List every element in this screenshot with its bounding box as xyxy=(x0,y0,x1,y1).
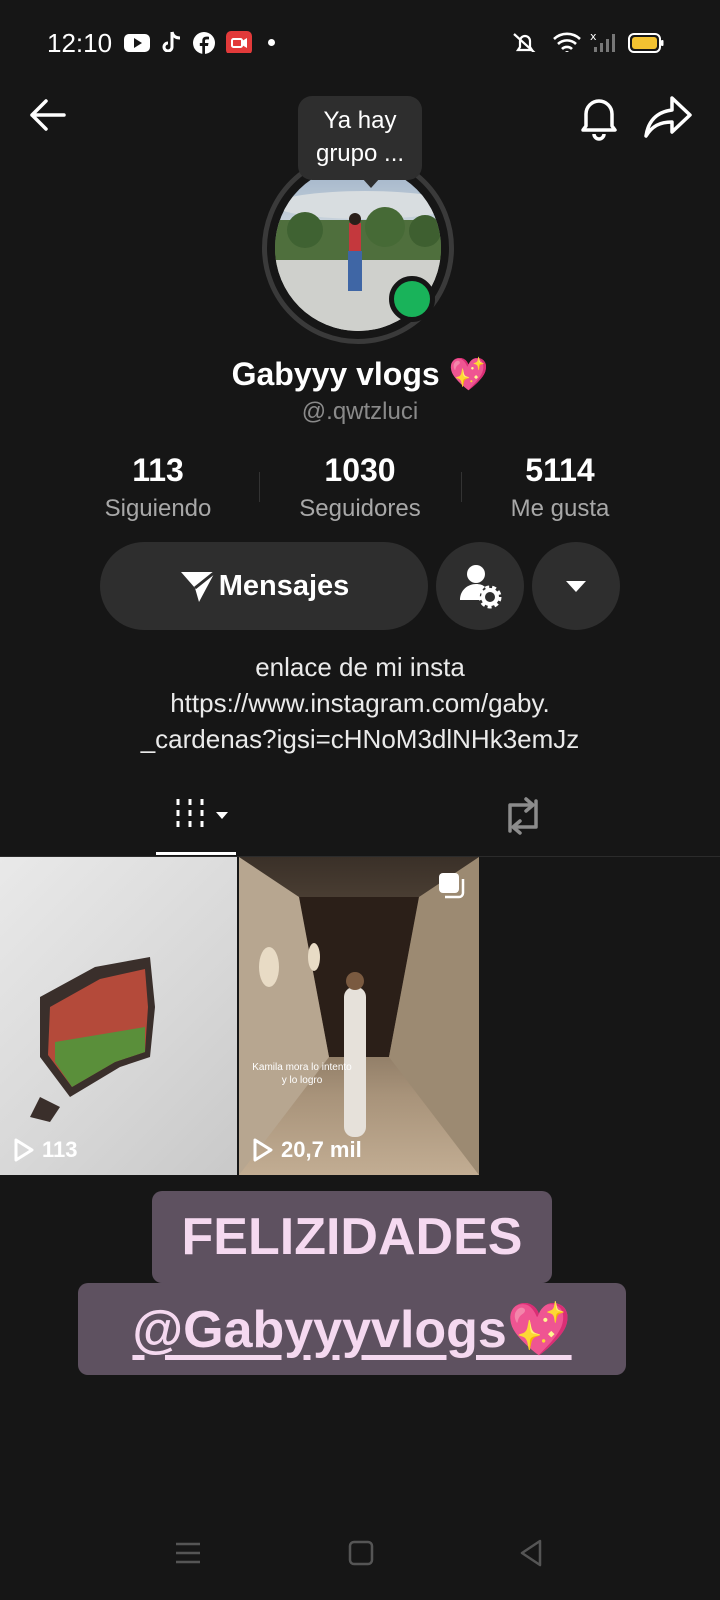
play-icon xyxy=(14,1138,34,1162)
mute-icon xyxy=(513,33,536,52)
tiktok-icon xyxy=(162,31,181,52)
battery-icon xyxy=(628,33,664,53)
wifi-icon xyxy=(553,32,581,52)
caret-down-icon xyxy=(566,581,586,592)
stat-following-value: 113 xyxy=(132,452,184,488)
youtube-icon xyxy=(124,34,150,52)
menu-icon[interactable] xyxy=(174,1540,202,1566)
note-bubble[interactable]: Ya hay grupo ... xyxy=(298,96,422,180)
bio-link[interactable]: https://www.instagram.com/gaby. xyxy=(0,688,720,719)
note-bubble-tail xyxy=(362,178,380,188)
back-triangle-icon[interactable] xyxy=(518,1538,544,1568)
view-count: 113 xyxy=(12,1137,78,1163)
online-status-dot xyxy=(389,276,435,322)
more-options-button[interactable] xyxy=(532,542,620,630)
status-time: 12:10 xyxy=(47,28,113,58)
facebook-icon xyxy=(193,32,215,54)
username: @.qwtzluci xyxy=(301,398,419,425)
play-icon xyxy=(253,1138,273,1162)
system-nav-bar xyxy=(0,1530,720,1580)
message-button[interactable]: Mensajes xyxy=(100,542,428,630)
svg-text:x: x xyxy=(590,30,597,43)
stat-followers-value: 1030 xyxy=(324,452,396,488)
caret-down-icon xyxy=(216,812,228,819)
stat-following-label: Siguiendo xyxy=(104,495,212,522)
share-icon[interactable] xyxy=(642,92,696,142)
notification-dot-icon xyxy=(268,39,275,46)
repost-icon xyxy=(508,797,538,835)
friend-settings-button[interactable] xyxy=(436,542,524,630)
video-thumbnail[interactable]: Kamila mora lo intento y lo logro 20,7 m… xyxy=(239,857,479,1175)
user-settings-icon xyxy=(460,565,502,609)
stat-followers[interactable]: 1030 Seguidores xyxy=(260,452,460,523)
stat-likes-label: Me gusta xyxy=(510,495,610,522)
view-count: 20,7 mil xyxy=(251,1137,362,1163)
sticker-text: FELIZIDADES xyxy=(152,1191,552,1283)
active-tab-indicator xyxy=(156,852,236,855)
bio-link[interactable]: _cardenas?igsi=cHNoM3dlNHk3emJz xyxy=(0,724,720,755)
tab-videos[interactable] xyxy=(172,795,234,835)
stat-likes[interactable]: 5114 Me gusta xyxy=(460,452,660,523)
status-bar: 12:10 x xyxy=(0,0,720,88)
sticker-mention-text: @Gabyyyvlogs💖 xyxy=(132,1300,572,1359)
view-count-value: 20,7 mil xyxy=(281,1137,362,1162)
multi-photo-icon xyxy=(439,873,465,899)
note-bubble-text: Ya hay grupo ... xyxy=(315,107,405,167)
video-caption: Kamila mora lo intento y lo logro xyxy=(252,1062,352,1086)
video-thumbnail[interactable]: 113 xyxy=(0,857,237,1175)
tab-reposts[interactable] xyxy=(500,795,546,837)
display-name: Gabyyy vlogs 💖 xyxy=(231,356,489,392)
sticker-mention[interactable]: @Gabyyyvlogs💖 xyxy=(78,1283,626,1375)
message-button-label: Mensajes xyxy=(218,569,350,602)
grid-bars-icon xyxy=(176,799,204,831)
stat-followers-label: Seguidores xyxy=(299,495,421,522)
video-thumbnail-image xyxy=(30,957,155,1122)
bio-line: enlace de mi insta xyxy=(255,652,465,682)
stat-following[interactable]: 113 Siguiendo xyxy=(58,452,258,523)
arrow-left-icon[interactable] xyxy=(24,90,74,140)
signal-icon: x xyxy=(590,30,615,52)
bell-icon[interactable] xyxy=(574,92,624,142)
home-square-icon[interactable] xyxy=(348,1540,374,1566)
screen-record-icon xyxy=(226,31,252,53)
stat-likes-value: 5114 xyxy=(525,452,595,488)
view-count-value: 113 xyxy=(42,1137,78,1162)
send-icon xyxy=(180,570,216,602)
video-thumbnail-image xyxy=(239,857,479,1175)
